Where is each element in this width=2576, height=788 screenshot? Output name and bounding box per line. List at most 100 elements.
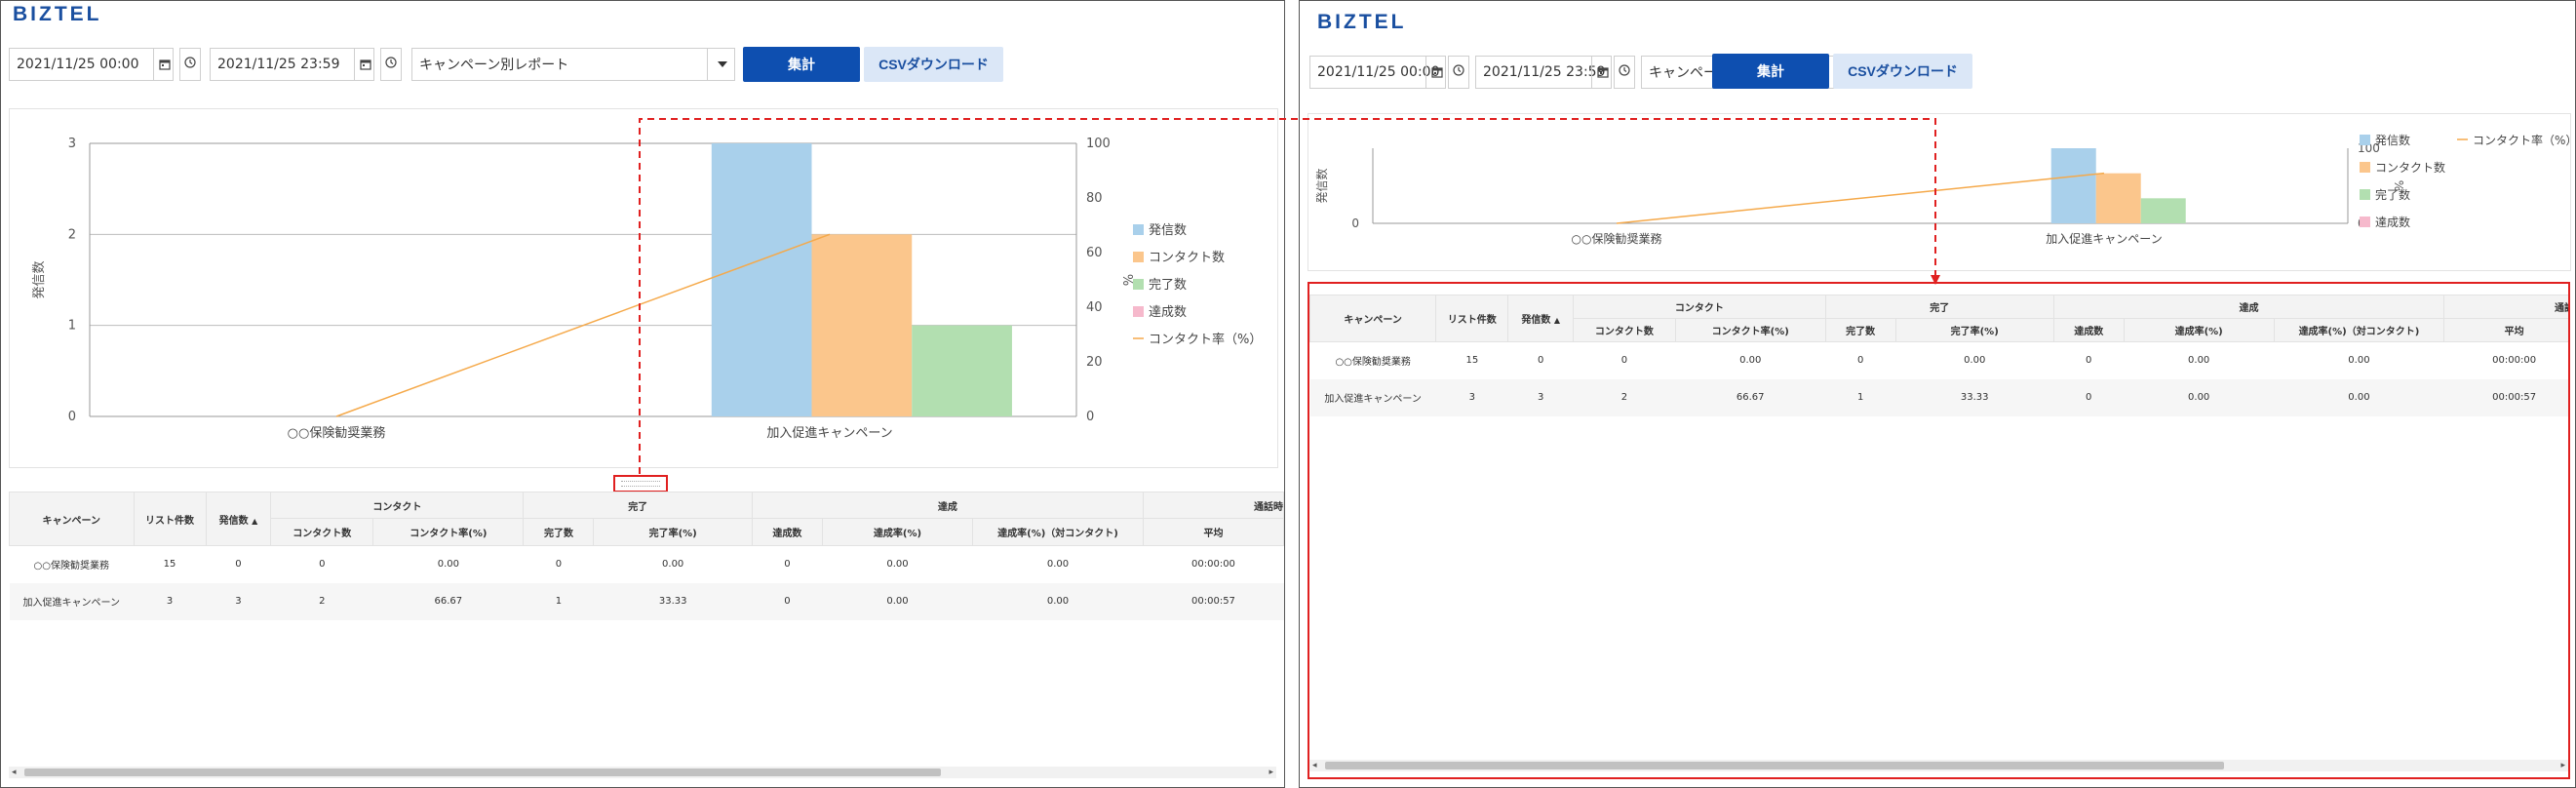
table-row[interactable]: ○○保険勧奨業務 15 0 0 0.00 0 0.00 0 0.00 0.00 00:00:00 (1309, 341, 2568, 379)
table-cell: 3 (1435, 378, 1508, 416)
horizontal-scrollbar[interactable]: ◂ ▸ (1309, 760, 2568, 771)
y-axis-title: 発信数 (32, 260, 47, 298)
horizontal-scrollbar[interactable]: ◂ ▸ (9, 767, 1276, 778)
y2-axis-title: % (1119, 274, 1134, 286)
table-cell: 2 (270, 582, 373, 620)
start-clock-button[interactable] (1448, 56, 1469, 89)
bar-3-2 (2140, 198, 2186, 223)
y-tick-label: 1 (68, 319, 76, 334)
scroll-left-icon[interactable]: ◂ (1312, 760, 1317, 771)
table-row[interactable]: 加入促進キャンペーン 3 3 2 66.67 1 33.33 0 0.00 0.00 00:00:5… (9, 582, 1284, 620)
legend-swatch (1133, 279, 1144, 290)
col-header-achieve: 達成 (2052, 295, 2445, 319)
legend-label: コンタクト数 (2375, 160, 2445, 175)
sub-header: 平均 (2443, 318, 2568, 342)
table-row[interactable]: 加入促進キャンペーン 3 3 2 66.67 1 33.33 0 0.00 0.00 00:00:5… (1309, 378, 2568, 416)
right-screen: BIZTEL 2021/11/25 00:00 2021/11/25 23:59… (1299, 0, 2576, 788)
y2-tick-label: 80 (1086, 191, 1103, 206)
y-tick-label: 3 (68, 137, 76, 151)
table-cell: 0.00 (1675, 341, 1826, 379)
y2-tick-label: 20 (1086, 355, 1103, 370)
sub-header: 完了数 (523, 518, 595, 546)
calendar-icon[interactable] (354, 49, 375, 80)
resize-handle[interactable] (613, 475, 668, 492)
end-datetime-field[interactable]: 2021/11/25 23:59 (210, 48, 374, 81)
scroll-right-icon[interactable]: ▸ (2560, 760, 2565, 771)
table-cell: ○○保険勧奨業務 (9, 545, 134, 583)
end-datetime-field[interactable]: 2021/11/25 23:59 (1475, 56, 1612, 89)
table-cell: 0 (1825, 341, 1896, 379)
calendar-icon[interactable] (1591, 57, 1613, 88)
sort-asc-icon: ▲ (1553, 316, 1560, 325)
legend-swatch (2360, 162, 2370, 173)
table-cell: 0.00 (2124, 378, 2275, 416)
aggregate-button[interactable]: 集計 (1712, 54, 1829, 89)
table-cell: 0 (523, 545, 594, 583)
start-clock-button[interactable] (179, 48, 201, 81)
table-cell: 加入促進キャンペーン (1309, 378, 1436, 416)
table-cell: 0 (752, 582, 823, 620)
sub-header: コンタクト率(%) (372, 518, 525, 546)
legend-swatch (2360, 189, 2370, 200)
table-cell: 0.00 (822, 545, 973, 583)
col-header-calls[interactable]: 発信数 ▲ (1507, 295, 1575, 342)
clock-icon (184, 57, 196, 72)
scroll-right-icon[interactable]: ▸ (1268, 767, 1273, 778)
clock-icon (385, 57, 397, 72)
report-type-select[interactable]: キャンペーン別レポート (411, 48, 735, 81)
table-cell: 66.67 (372, 582, 524, 620)
legend-label: 達成数 (2375, 215, 2410, 229)
col-header-achieve: 達成 (751, 492, 1144, 519)
table-cell: 0 (206, 545, 271, 583)
start-datetime-field[interactable]: 2021/11/25 00:00 (9, 48, 174, 81)
left-screen: BIZTEL 2021/11/25 00:00 2021/11/25 23:59… (0, 0, 1285, 788)
table-cell: 0.00 (372, 545, 524, 583)
scroll-left-icon[interactable]: ◂ (12, 767, 17, 778)
x-tick-label: ○○保険勧奨業務 (1572, 232, 1662, 246)
x-tick-label: 加入促進キャンペーン (766, 426, 892, 441)
end-clock-button[interactable] (380, 48, 402, 81)
table-cell: 1 (523, 582, 594, 620)
campaign-report-table: キャンペーン リスト件数 発信数 ▲ コンタクト 完了 達成 通話時 コンタクト… (1309, 295, 2568, 416)
calendar-icon[interactable] (153, 49, 175, 80)
col-header-complete: 完了 (1824, 295, 2054, 319)
y-tick-label: 0 (68, 410, 76, 424)
aggregate-button[interactable]: 集計 (743, 47, 860, 82)
chevron-down-icon[interactable] (707, 49, 736, 80)
legend-swatch (1133, 224, 1144, 235)
table-row[interactable]: ○○保険勧奨業務 15 0 0 0.00 0 0.00 0 0.00 0.00 00:00:00 (9, 545, 1284, 583)
table-cell: 15 (134, 545, 207, 583)
sub-header: 完了数 (1824, 318, 1896, 342)
table-cell: 0 (1507, 341, 1574, 379)
clock-icon (1619, 64, 1630, 80)
col-header-talk-time: 通話時 (2443, 295, 2568, 319)
table-cell: 33.33 (1895, 378, 2054, 416)
x-tick-label: ○○保険勧奨業務 (288, 425, 386, 441)
table-cell: 0 (2053, 378, 2125, 416)
start-datetime-field[interactable]: 2021/11/25 00:00 (1309, 56, 1446, 89)
end-clock-button[interactable] (1614, 56, 1635, 89)
col-header-campaign: キャンペーン (9, 492, 135, 546)
sub-header: 完了率(%) (1894, 318, 2054, 342)
table-cell: 2 (1573, 378, 1676, 416)
legend-label: 完了数 (2375, 187, 2410, 202)
csv-download-button[interactable]: CSVダウンロード (864, 47, 1003, 82)
x-tick-label: 加入促進キャンペーン (2046, 232, 2162, 246)
table-cell: 33.33 (593, 582, 753, 620)
legend-swatch (1133, 252, 1144, 262)
table-cell: 0 (2053, 341, 2125, 379)
sub-header: 達成率(%)（対コンタクト) (972, 518, 1144, 546)
y-axis-title: 発信数 (1314, 168, 1329, 203)
col-header-campaign: キャンペーン (1309, 295, 1437, 342)
sub-header: 達成数 (2052, 318, 2125, 342)
table-cell: 1 (1825, 378, 1896, 416)
campaign-chart: 0 1 2 3 0 20 40 60 80 100 発信数 % ○○保険勧奨業務 加入促進キャンペーン 発信… (32, 137, 1262, 441)
biztel-logo: BIZTEL (13, 3, 102, 25)
y2-tick-label: 40 (1086, 300, 1103, 315)
contact-rate-line (1616, 172, 2105, 224)
scrollbar-thumb[interactable] (24, 768, 941, 776)
col-header-calls[interactable]: 発信数 ▲ (205, 492, 272, 546)
calendar-icon[interactable] (1425, 57, 1447, 88)
csv-download-button[interactable]: CSVダウンロード (1833, 54, 1972, 89)
scrollbar-thumb[interactable] (1325, 762, 2224, 769)
